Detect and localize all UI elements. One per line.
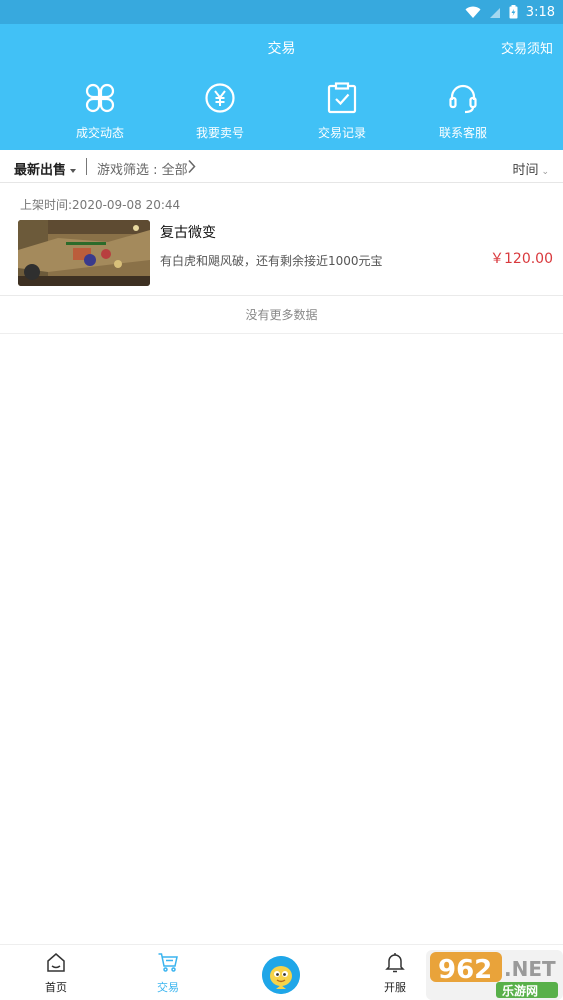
bell-icon [385, 953, 405, 973]
yen-coin-icon [205, 83, 235, 113]
quick-nav-label: 交易记录 [317, 126, 366, 140]
quick-nav-trade-records[interactable]: 交易记录 [292, 82, 392, 141]
cart-icon [158, 953, 178, 972]
listing-description: 有白虎和飓风破，还有剩余接近1000元宝 [160, 254, 383, 268]
header: 交易 交易须知 成交动态 我要卖号 交易记录 联系客服 [0, 24, 563, 150]
status-bar: 3:18 [0, 0, 563, 24]
game-filter[interactable]: 游戏筛选 : 全部 [97, 159, 188, 178]
listing-price: ￥120.00 [490, 251, 553, 267]
svg-text:962: 962 [438, 955, 492, 985]
watermark-logo: 962 .NET 乐游网 [426, 950, 563, 1000]
clover-icon [85, 83, 115, 113]
status-time: 3:18 [525, 4, 555, 20]
chevron-down-icon: ⌄ [541, 167, 549, 177]
filter-divider [86, 158, 87, 175]
game-screenshot-thumbnail [18, 220, 150, 286]
time-sort[interactable]: 时间 ⌄ [512, 159, 549, 178]
sort-dropdown[interactable]: 最新出售 [14, 159, 77, 178]
quick-nav-label: 联系客服 [438, 126, 487, 140]
clipboard-check-icon [327, 82, 357, 114]
listing-item[interactable]: 上架时间:2020-09-08 20:44 复古微变 有白虎和飓风破，还有剩余接… [0, 186, 563, 296]
signal-icon [489, 7, 500, 18]
svg-text:.NET: .NET [504, 957, 556, 981]
caret-down-icon [70, 168, 77, 173]
page-title: 交易 [267, 41, 296, 57]
home-icon [47, 953, 65, 972]
quick-nav-label: 我要卖号 [195, 126, 244, 140]
time-sort-label: 时间 [512, 163, 539, 178]
tab-label: 交易 [157, 981, 179, 994]
quick-nav-customer-service[interactable]: 联系客服 [413, 82, 513, 141]
quick-nav-deal-news[interactable]: 成交动态 [50, 82, 150, 141]
tab-home[interactable]: 首页 [21, 951, 91, 995]
chevron-right-icon[interactable] [187, 159, 196, 174]
quick-nav-sell-account[interactable]: 我要卖号 [170, 82, 270, 141]
filter-bar: 最新出售 游戏筛选 : 全部 时间 ⌄ [0, 150, 563, 183]
tab-label: 首页 [45, 981, 67, 994]
listing-time: 上架时间:2020-09-08 20:44 [20, 198, 181, 212]
tab-trade[interactable]: 交易 [133, 951, 203, 995]
center-mascot-button[interactable] [262, 956, 300, 994]
quick-nav-label: 成交动态 [75, 126, 124, 140]
tab-label: 开服 [384, 981, 406, 994]
mascot-icon [262, 956, 300, 994]
sort-label: 最新出售 [14, 163, 67, 178]
headset-icon [449, 84, 477, 114]
no-more-data-text: 没有更多数据 [0, 296, 563, 334]
tab-server-open[interactable]: 开服 [360, 951, 430, 995]
listing-title: 复古微变 [160, 225, 216, 241]
battery-icon [509, 5, 518, 19]
trade-notice-link[interactable]: 交易须知 [501, 38, 553, 57]
svg-text:乐游网: 乐游网 [502, 983, 538, 998]
wifi-icon [465, 6, 481, 18]
